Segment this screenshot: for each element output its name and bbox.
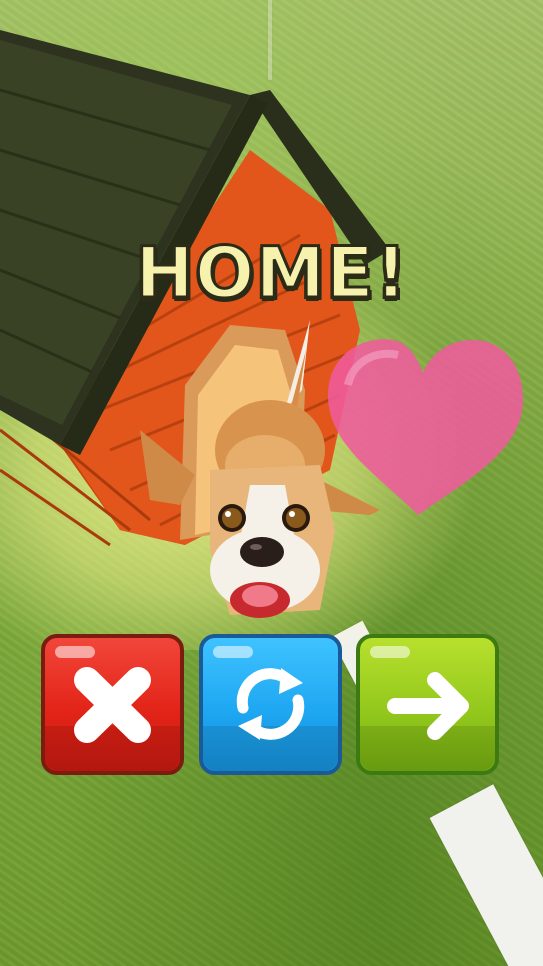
retry-button[interactable] <box>199 634 342 775</box>
close-icon <box>74 667 151 743</box>
home-banner: HOME! <box>134 231 409 316</box>
refresh-icon <box>236 668 305 740</box>
next-button[interactable] <box>356 634 499 775</box>
heart-icon <box>328 339 523 515</box>
game-scene: HOME! <box>0 0 543 966</box>
road-marking <box>429 784 543 966</box>
arrow-right-icon <box>387 672 469 740</box>
close-button[interactable] <box>41 634 184 775</box>
